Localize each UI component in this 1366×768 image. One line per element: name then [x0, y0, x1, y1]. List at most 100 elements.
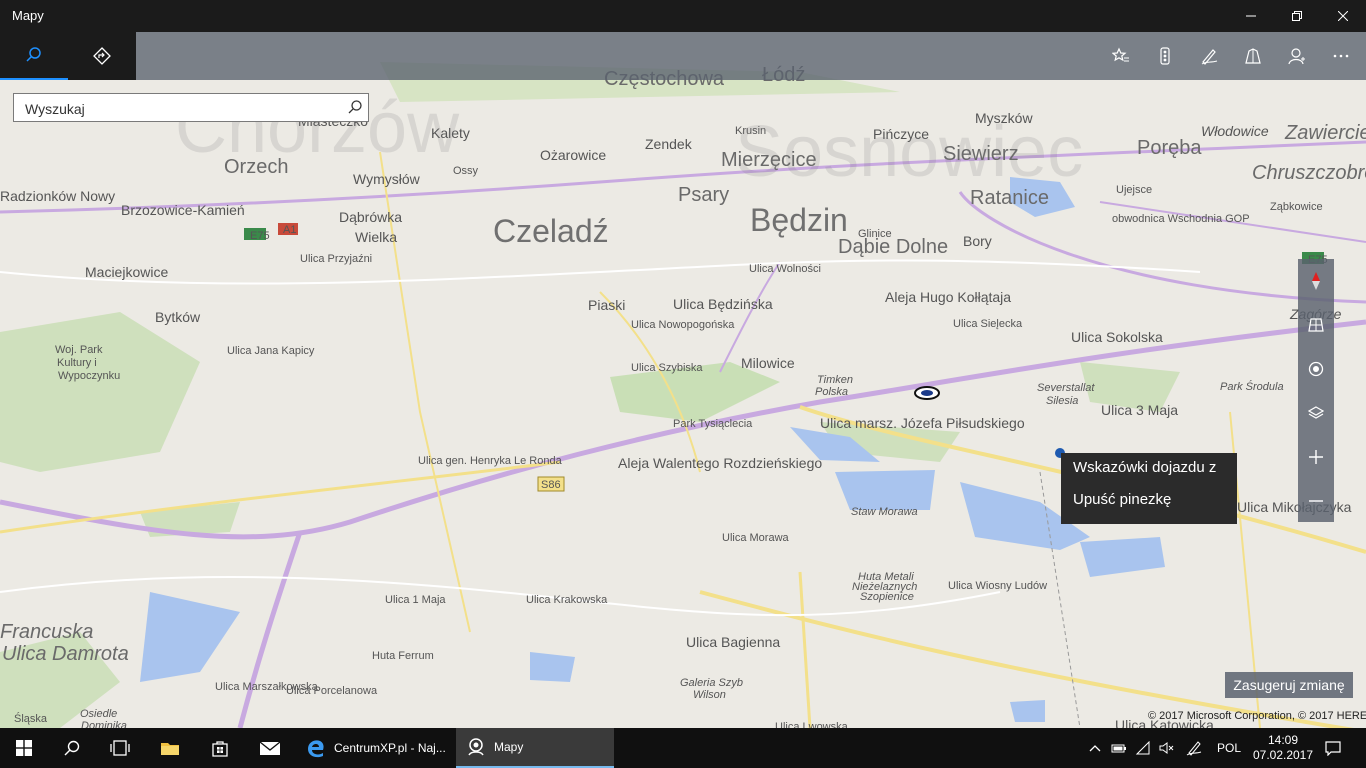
map-label: Ulica Wiosny Ludów	[948, 580, 1048, 592]
map-label: Kultury i	[57, 357, 97, 369]
tilt-icon	[1308, 318, 1324, 332]
map-label: Park Tysiąclecia	[673, 418, 753, 430]
suggest-change-button[interactable]: Zasugeruj zmianę	[1225, 672, 1353, 698]
taskbar-app-label: Mapy	[494, 740, 524, 754]
taskbar-search-button[interactable]	[48, 728, 96, 768]
task-view-button[interactable]	[96, 728, 144, 768]
mail-button[interactable]	[246, 728, 294, 768]
map-label: Śląska	[14, 713, 48, 725]
map-label: Ulica Szybiska	[631, 362, 703, 374]
search-icon	[26, 47, 41, 62]
map-label: Czeladź	[493, 213, 609, 249]
map-label: Bytków	[155, 309, 201, 325]
taskbar: CentrumXP.pl - Naj... Mapy POL 14:09 07.…	[0, 728, 1366, 768]
start-button[interactable]	[0, 728, 48, 768]
close-icon	[1338, 11, 1348, 21]
map-label: Sosnowiec	[735, 112, 1084, 192]
map-label: Zawiercie	[1285, 122, 1366, 144]
favorites-button[interactable]	[1099, 32, 1143, 80]
compass-button[interactable]	[1298, 259, 1334, 303]
map-label: S86	[541, 479, 561, 491]
layers-icon	[1308, 406, 1324, 419]
search-input[interactable]	[23, 98, 337, 120]
minimize-button[interactable]	[1228, 0, 1274, 32]
map-label: Osiedle	[80, 708, 118, 720]
pen-workspace-button[interactable]	[1182, 728, 1206, 768]
map-label: Maciejkowice	[85, 264, 169, 280]
map-label: Ulica gen. Henryka Le Ronda	[418, 455, 562, 467]
show-hidden-icons-button[interactable]	[1084, 728, 1106, 768]
traffic-button[interactable]	[1143, 32, 1187, 80]
map-label: Ulica Morawa	[722, 532, 789, 544]
speaker-muted-icon	[1159, 742, 1174, 754]
ink-button[interactable]	[1187, 32, 1231, 80]
chevron-up-icon	[1089, 745, 1101, 752]
map-label: Galeria Szyb	[680, 677, 743, 689]
map-label: Radzionków Nowy	[0, 188, 116, 204]
map-label: Ulica Damrota	[2, 643, 129, 665]
menu-item-drop-pin[interactable]: Upuść pinezkę	[1073, 491, 1171, 508]
tab-search[interactable]	[0, 32, 68, 80]
volume-button[interactable]	[1156, 728, 1178, 768]
map-label: Staw Morawa	[851, 506, 918, 518]
clock[interactable]: 14:09 07.02.2017	[1250, 728, 1316, 768]
map-label: Ulica 3 Maja	[1101, 402, 1179, 418]
map-label: Ulica Sokolska	[1071, 329, 1163, 345]
buildings-icon	[1245, 48, 1261, 64]
restore-button[interactable]	[1274, 0, 1320, 32]
map-label: obwodnica Wschodnia GOP	[1112, 213, 1250, 225]
search-submit-button[interactable]	[348, 100, 362, 119]
map-label: Wymysłów	[353, 171, 420, 187]
taskbar-app-maps[interactable]: Mapy	[456, 728, 614, 768]
map-label: Ulica 1 Maja	[385, 594, 446, 606]
taskbar-app-edge[interactable]: CentrumXP.pl - Naj...	[296, 728, 454, 768]
map-label: Park Środula	[1220, 381, 1284, 393]
battery-button[interactable]	[1108, 728, 1130, 768]
file-explorer-button[interactable]	[146, 728, 194, 768]
map-label: Ulica Przyjaźni	[300, 253, 373, 265]
map-canvas[interactable]: CzęstochowaŁódźMiasteczkoKaletyZendekKru…	[0, 32, 1366, 728]
more-icon	[1333, 54, 1349, 58]
clock-time: 14:09	[1267, 733, 1299, 747]
folder-icon	[161, 743, 179, 755]
zoom-out-button[interactable]	[1298, 479, 1334, 523]
map-label: Ulica Będzińska	[673, 296, 773, 312]
map-label: Wielka	[355, 229, 398, 245]
minimize-icon	[1246, 15, 1256, 17]
context-menu: Wskazówki dojazdu z Upuść pinezkę	[1061, 453, 1237, 524]
map-label: Ząbkowice	[1270, 201, 1323, 213]
minus-icon	[1309, 500, 1323, 502]
battery-icon	[1111, 744, 1126, 753]
map-label: Dąbie Dolne	[838, 236, 949, 258]
menu-item-directions-from[interactable]: Wskazówki dojazdu z	[1073, 459, 1216, 476]
store-button[interactable]	[196, 728, 244, 768]
sign-in-button[interactable]	[1275, 32, 1319, 80]
map-label: Poręba	[1137, 137, 1202, 159]
copyright-text: © 2017 Microsoft Corporation, © 2017 HER…	[1148, 710, 1366, 722]
location-icon	[1308, 361, 1324, 377]
add-user-icon	[1288, 48, 1305, 65]
map-label: Ulica Nowopogońska	[631, 319, 735, 331]
map-layers-button[interactable]	[1298, 391, 1334, 435]
map-label: Chruszczobrod	[1252, 162, 1366, 184]
tilt-button[interactable]	[1298, 303, 1334, 347]
toolbar-tabs	[0, 32, 136, 80]
toolbar-actions	[136, 32, 1366, 80]
input-language-button[interactable]: POL	[1210, 728, 1248, 768]
network-button[interactable]	[1132, 728, 1154, 768]
favorites-icon	[1112, 47, 1129, 62]
map-label: Piaski	[588, 297, 626, 313]
action-center-button[interactable]	[1318, 728, 1348, 768]
tab-directions[interactable]	[68, 32, 136, 80]
zoom-in-button[interactable]	[1298, 435, 1334, 479]
close-button[interactable]	[1320, 0, 1366, 32]
3d-cities-button[interactable]	[1231, 32, 1275, 80]
map-label: Ulica Jana Kapicy	[227, 345, 315, 357]
more-button[interactable]	[1319, 32, 1363, 80]
search-box	[13, 93, 369, 122]
search-icon	[348, 100, 362, 114]
compass-icon	[1312, 272, 1320, 290]
clock-date: 07.02.2017	[1252, 748, 1314, 762]
map-label: Ulica Krakowska	[526, 594, 608, 606]
my-location-button[interactable]	[1298, 347, 1334, 391]
